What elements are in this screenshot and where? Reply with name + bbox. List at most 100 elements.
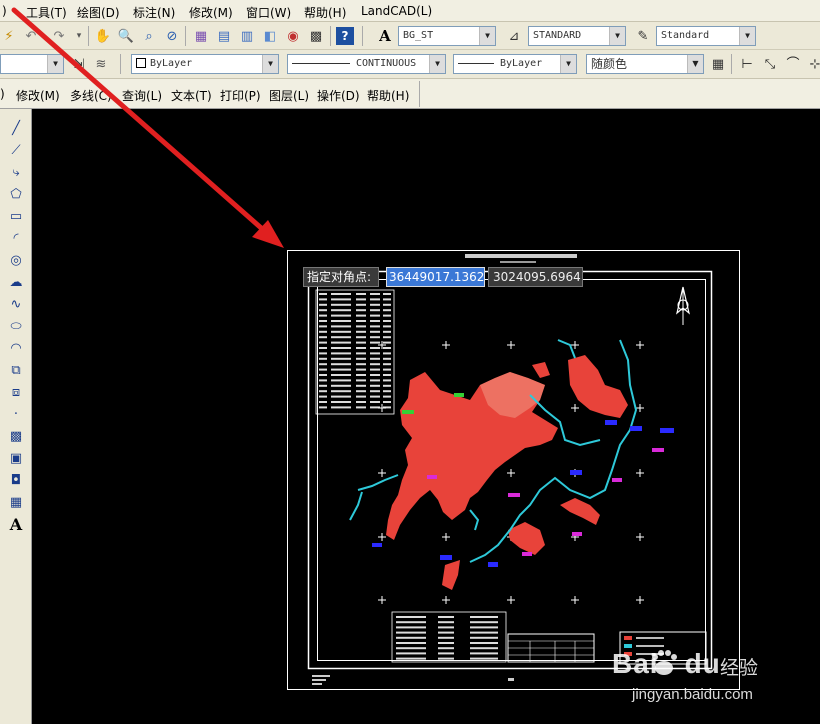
table-row-text	[383, 390, 391, 393]
scale-notes	[312, 675, 514, 685]
table-row-text	[470, 631, 498, 634]
parcel-north	[532, 362, 550, 378]
table-row-text	[383, 325, 391, 328]
table-row-text	[319, 406, 327, 409]
table-row-text	[370, 303, 380, 306]
table-row-text	[319, 395, 327, 398]
table-row-text	[470, 652, 498, 655]
canvas-overlay	[11, 7, 740, 690]
table-row-text	[319, 357, 327, 360]
table-row-text	[319, 314, 327, 317]
table-row-text	[319, 379, 327, 382]
parcel-south	[508, 522, 545, 555]
table-row-text	[370, 401, 380, 403]
watermark-logo: Bai du	[612, 648, 721, 680]
table-row-text	[319, 303, 327, 306]
table-row-text	[383, 374, 391, 376]
table-row-text	[438, 636, 454, 639]
table-row-text	[356, 293, 366, 295]
river-stream	[469, 509, 480, 531]
parcel-east	[568, 355, 628, 418]
table-row-text	[356, 357, 366, 360]
table-row-text	[396, 626, 426, 629]
table-row-text	[356, 298, 366, 301]
table-row-text	[319, 368, 327, 371]
label-blue	[440, 555, 452, 560]
table-row-text	[370, 325, 380, 328]
table-row-text	[331, 298, 351, 301]
table-row-text	[370, 314, 380, 317]
table-row-text	[370, 379, 380, 382]
table-row-text	[383, 401, 391, 403]
label-green	[402, 410, 414, 414]
table-row-text	[356, 347, 366, 349]
table-row-text	[383, 314, 391, 317]
table-row-text	[396, 631, 426, 634]
table-row-text	[370, 357, 380, 360]
table-row-text	[331, 379, 351, 382]
table-row-text	[370, 390, 380, 393]
drawing-outer-border	[307, 270, 713, 670]
map-subtitle-text	[500, 261, 536, 263]
table-row-text	[438, 657, 454, 660]
table-row-text	[331, 336, 351, 339]
table-row-text	[438, 621, 454, 624]
label-blue	[372, 543, 382, 547]
table-row-text	[356, 352, 366, 355]
table-row-text	[470, 657, 498, 660]
table-row-text	[319, 325, 327, 328]
label-blue	[605, 420, 617, 425]
table-row-text	[396, 636, 426, 639]
table-row-text	[319, 336, 327, 339]
table-row-text	[396, 647, 426, 650]
table-row-text	[331, 374, 351, 376]
label-magenta	[612, 478, 622, 482]
table-row-text	[383, 336, 391, 339]
dynamic-input-x-field[interactable]: 36449017.1362	[386, 267, 485, 287]
table-row-text	[331, 309, 351, 312]
label-blue	[630, 426, 642, 431]
table-row-text	[383, 357, 391, 360]
table-row-text	[383, 363, 391, 366]
table-row-text	[356, 374, 366, 376]
table-row-text	[470, 647, 498, 650]
table-row-text	[356, 395, 366, 398]
plot-area-frame	[287, 250, 740, 690]
table-row-text	[470, 636, 498, 639]
table-row-text	[383, 341, 391, 344]
table-row-text	[438, 647, 454, 650]
table-row-text	[370, 341, 380, 344]
table-row-text	[319, 309, 327, 312]
table-row-text	[396, 642, 426, 644]
table-row-text	[331, 406, 351, 409]
table-row-text	[383, 330, 391, 333]
table-row-text	[331, 357, 351, 360]
table-row-text	[331, 352, 351, 355]
table-row-text	[470, 642, 498, 644]
table-row-text	[331, 401, 351, 403]
label-magenta	[572, 532, 582, 536]
table-row-text	[383, 320, 391, 322]
table-row-text	[331, 303, 351, 306]
table-row-text	[370, 336, 380, 339]
table-row-text	[370, 384, 380, 387]
table-row-text	[356, 309, 366, 312]
table-row-text	[396, 616, 426, 618]
table-row-text	[331, 395, 351, 398]
label-magenta	[508, 493, 520, 497]
dynamic-input-y-field[interactable]: 3024095.6964	[488, 267, 583, 287]
table-row-text	[383, 293, 391, 295]
table-row-text	[470, 616, 498, 618]
attribute-table	[315, 289, 395, 415]
north-arrow-icon	[676, 286, 690, 325]
parcel-southwest	[442, 560, 460, 590]
river-west-branch	[349, 491, 363, 521]
label-green	[454, 393, 464, 397]
title-block-table	[507, 633, 595, 663]
table-row-text	[396, 657, 426, 660]
table-row-text	[319, 341, 327, 344]
table-row-text	[383, 379, 391, 382]
table-row-text	[356, 390, 366, 393]
table-row-text	[319, 298, 327, 301]
table-row-text	[356, 363, 366, 366]
